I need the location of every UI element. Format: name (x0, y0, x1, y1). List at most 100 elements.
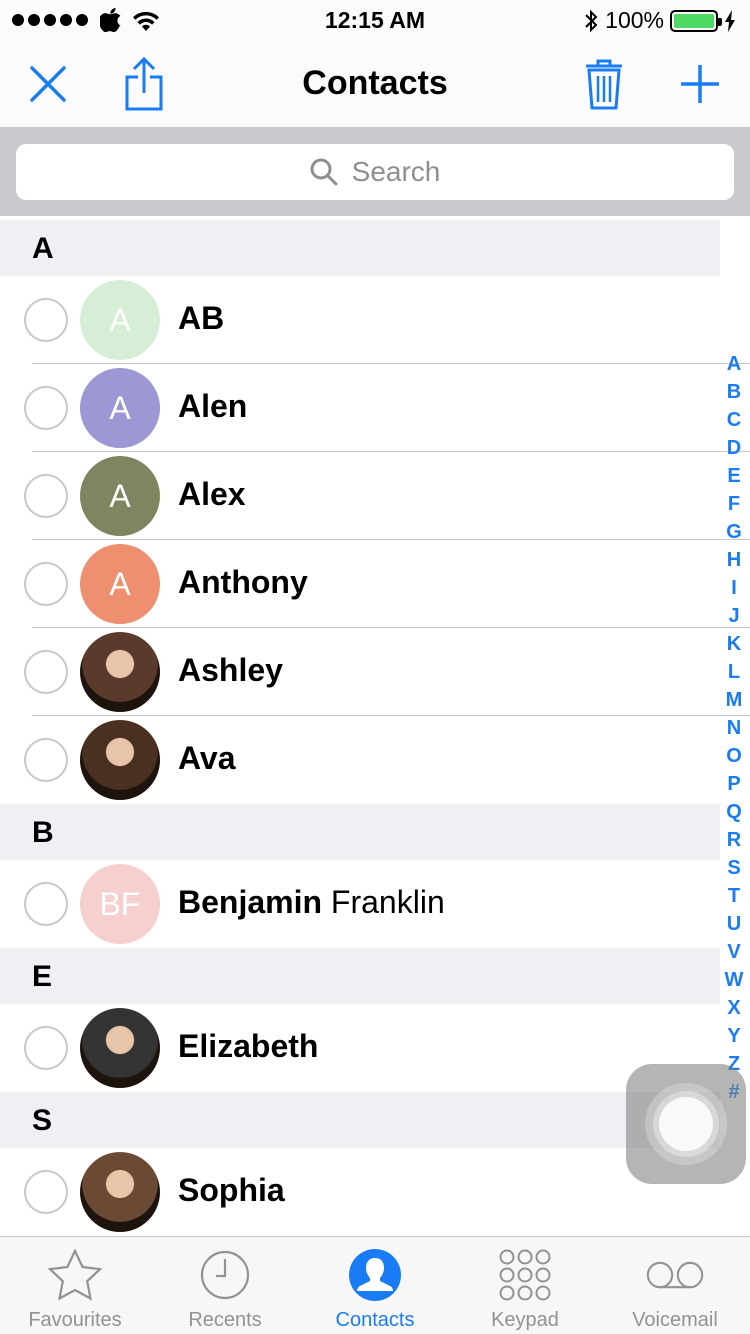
contact-photo (80, 1152, 160, 1232)
contact-row[interactable]: BF Benjamin Franklin (0, 860, 720, 948)
index-letter[interactable]: C (727, 406, 741, 434)
index-letter[interactable]: S (727, 854, 740, 882)
index-letter[interactable]: G (726, 518, 742, 546)
contact-row[interactable]: Elizabeth (0, 1004, 720, 1092)
avatar-initials: A (109, 301, 131, 338)
index-letter[interactable]: M (726, 686, 743, 714)
select-checkbox[interactable] (24, 738, 68, 782)
index-letter[interactable]: N (727, 714, 741, 742)
contact-first-name: Anthony (178, 564, 308, 600)
index-letter[interactable]: B (727, 378, 741, 406)
bluetooth-icon (585, 9, 598, 32)
contact-last-name: Franklin (330, 884, 445, 920)
index-letter[interactable]: J (728, 602, 739, 630)
index-letter[interactable]: O (726, 742, 742, 770)
trash-icon (586, 59, 622, 110)
close-icon (30, 66, 66, 102)
battery-icon (670, 9, 722, 32)
tab-label: Favourites (28, 1309, 122, 1331)
select-checkbox[interactable] (24, 298, 68, 342)
contact-photo (80, 632, 160, 712)
index-letter[interactable]: T (728, 882, 740, 910)
index-letter[interactable]: V (727, 938, 740, 966)
section-header: E (0, 948, 720, 1004)
contact-name: Alen (178, 388, 247, 425)
index-letter[interactable]: Q (726, 798, 742, 826)
index-letter[interactable]: P (727, 770, 740, 798)
contact-first-name: Alex (178, 476, 246, 512)
tab-favourites[interactable]: Favourites (0, 1237, 150, 1334)
section-header: A (0, 220, 720, 276)
avatar: A (80, 280, 160, 360)
contact-first-name: Ava (178, 740, 236, 776)
contact-first-name: Ashley (178, 652, 283, 688)
section-header: B (0, 804, 720, 860)
plus-icon (681, 65, 719, 103)
index-letter[interactable]: X (727, 994, 740, 1022)
index-letter[interactable]: K (727, 630, 741, 658)
contact-row[interactable]: Ashley (0, 628, 750, 716)
clock-icon (195, 1247, 255, 1303)
share-button[interactable] (104, 40, 184, 128)
select-checkbox[interactable] (24, 650, 68, 694)
contact-name: Alex (178, 476, 246, 513)
close-button[interactable] (8, 40, 88, 128)
select-checkbox[interactable] (24, 882, 68, 926)
section-header: S (0, 1092, 720, 1148)
index-letter[interactable]: R (727, 826, 741, 854)
person-icon (345, 1247, 405, 1303)
avatar-initials: BF (99, 885, 141, 922)
contact-row[interactable]: A Anthony (0, 540, 750, 628)
index-letter[interactable]: I (731, 574, 737, 602)
contact-first-name: Alen (178, 388, 248, 424)
contact-row[interactable]: Ava (0, 716, 720, 804)
tab-label: Recents (188, 1309, 262, 1331)
search-input[interactable]: Search (16, 144, 734, 200)
avatar: A (80, 456, 160, 536)
tab-voicemail[interactable]: Voicemail (600, 1237, 750, 1334)
tab-bar: Favourites Recents Contacts Keypad Voicemail (0, 1236, 750, 1334)
select-checkbox[interactable] (24, 386, 68, 430)
index-letter[interactable]: F (728, 490, 740, 518)
index-letter[interactable]: E (727, 462, 740, 490)
index-letter[interactable]: L (728, 658, 740, 686)
contacts-list: A A AB A Alen A Alex A Anthony Ashley Ava B BF Benjam… (0, 220, 750, 1236)
index-letter[interactable]: W (725, 966, 744, 994)
contact-name: Ashley (178, 652, 283, 689)
index-letter[interactable]: H (727, 546, 741, 574)
select-checkbox[interactable] (24, 1026, 68, 1070)
avatar: A (80, 368, 160, 448)
voicemail-icon (645, 1247, 705, 1303)
contact-name: Anthony (178, 564, 308, 601)
avatar-initials: A (109, 565, 131, 602)
tab-keypad[interactable]: Keypad (450, 1237, 600, 1334)
contact-row[interactable]: A Alen (0, 364, 750, 452)
contact-name: Benjamin Franklin (178, 884, 445, 921)
assistive-touch-button[interactable] (626, 1064, 746, 1184)
tab-contacts[interactable]: Contacts (300, 1237, 450, 1334)
status-bar: 12:15 AM 100% (0, 0, 750, 40)
index-letter[interactable]: U (727, 910, 741, 938)
contact-first-name: AB (178, 300, 225, 336)
battery-percent: 100% (605, 7, 664, 33)
avatar-initials: A (109, 389, 131, 426)
contact-row[interactable]: A AB (0, 276, 750, 364)
section-index[interactable]: ABCDEFGHIJKLMNOPQRSTUVWXYZ# (722, 350, 746, 1106)
star-icon (45, 1247, 105, 1303)
contact-row[interactable]: Sophia (0, 1148, 720, 1236)
add-contact-button[interactable] (660, 40, 740, 128)
contact-name: AB (178, 300, 224, 337)
index-letter[interactable]: D (727, 434, 741, 462)
index-letter[interactable]: Y (727, 1022, 740, 1050)
contact-name: Elizabeth (178, 1028, 318, 1065)
select-checkbox[interactable] (24, 562, 68, 606)
avatar: BF (80, 864, 160, 944)
delete-button[interactable] (564, 40, 644, 128)
select-checkbox[interactable] (24, 1170, 68, 1214)
select-checkbox[interactable] (24, 474, 68, 518)
avatar: A (80, 544, 160, 624)
contact-row[interactable]: A Alex (0, 452, 750, 540)
tab-recents[interactable]: Recents (150, 1237, 300, 1334)
keypad-icon (495, 1247, 555, 1303)
index-letter[interactable]: A (727, 350, 741, 378)
